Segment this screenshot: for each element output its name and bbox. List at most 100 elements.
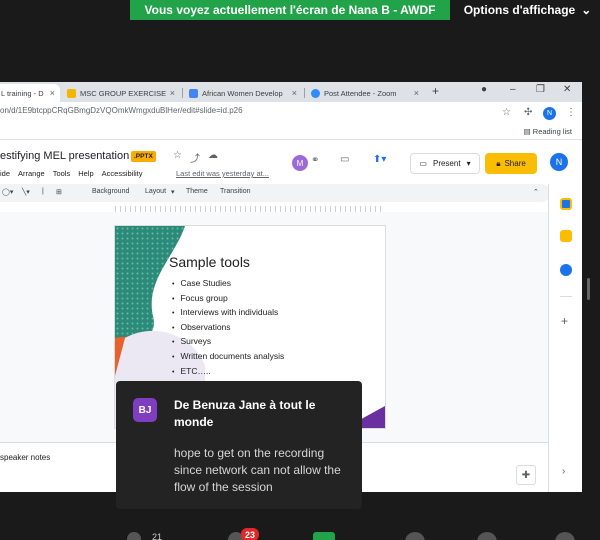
menu-arrange[interactable]: Arrange [18,169,45,178]
keep-icon[interactable] [560,230,572,242]
background-button[interactable]: Background [92,188,129,195]
list-item: ETC….. [172,365,284,380]
theme-button[interactable]: Theme [186,188,208,195]
reading-list-label: Reading list [532,127,572,136]
participants-count: 21 [152,532,163,540]
browser-toolbar: on/d/1E9btcppCRqGBmgDzVQOmkWmgxduBlHer/e… [0,102,582,126]
user-avatar[interactable]: N [550,153,568,171]
minimize-icon[interactable]: – [510,84,516,95]
transition-button[interactable]: Transition [220,188,250,195]
record-icon[interactable] [405,532,425,540]
menu-accessibility[interactable]: Accessibility [102,169,143,178]
chevron-down-icon[interactable]: ▾ [467,159,471,168]
comment-add-icon[interactable]: ⊞ [56,188,62,196]
list-item: Observations [172,321,284,336]
tab-label: African Women Develop [202,88,283,98]
collaborator-avatar[interactable]: M [292,155,308,171]
tab-african-women-development[interactable]: African Women Develop × [184,84,302,102]
address-bar[interactable]: on/d/1E9btcppCRqGBmgDzVQOmkWmgxduBlHer/e… [0,106,243,115]
chevron-down-icon: ▾ [171,189,175,196]
chat-count-badge: 23 [241,528,260,540]
close-icon[interactable]: × [50,88,55,98]
tab-label: Post Attendee - Zoom [324,88,397,98]
tab-search-icon[interactable]: ● [481,84,487,95]
divider [560,296,572,297]
menu-tools[interactable]: Tools [53,169,71,178]
comments-icon[interactable]: ▭ [340,154,349,165]
divider-drag-handle[interactable] [587,278,590,300]
lock-icon: 🔒︎ [496,158,501,168]
tab-strip: L training - D × MSC GROUP EXERCISE - G … [0,82,582,102]
slides-favicon-icon [67,88,76,98]
more-icon[interactable] [555,532,575,540]
docs-favicon-icon [189,88,198,98]
extensions-puzzle-icon[interactable]: ✣ [524,107,532,118]
share-label: Share [504,159,526,168]
view-options-button[interactable]: Options d'affichage ⌄ [460,0,595,20]
last-edit-link[interactable]: Last edit was yesterday at... [176,169,269,178]
chevron-down-icon: ⌄ [581,3,592,17]
divider: | [42,188,44,195]
cloud-saved-icon: ☁ [208,150,218,161]
share-button[interactable]: 🔒︎ Share [485,153,537,174]
layout-button[interactable]: Layout [145,188,166,195]
participants-icon[interactable] [127,532,141,540]
tab-post-attendee-zoom[interactable]: Post Attendee - Zoom × [306,84,424,102]
close-icon[interactable]: × [170,88,175,98]
move-folder-icon[interactable]: ⤴ [190,150,200,165]
list-item: Written documents analysis [172,350,284,365]
activity-icon[interactable]: ⚭ [311,155,319,166]
close-window-icon[interactable]: ✕ [563,84,571,95]
document-title[interactable]: estifying MEL presentation [0,150,129,162]
file-format-badge: .PPTX [131,151,156,162]
star-bookmark-icon[interactable]: ☆ [502,107,511,118]
reading-list-button[interactable]: ▤ Reading list [524,127,572,136]
tab-separator [304,88,305,98]
close-icon[interactable]: × [414,88,419,98]
chat-notification[interactable]: BJ De Benuza Jane à tout le monde hope t… [116,381,362,509]
screen-share-banner: Vous voyez actuellement l'écran de Nana … [130,0,450,20]
zoom-favicon-icon [311,88,320,98]
avatar: BJ [133,398,157,422]
zoom-meeting-controls: 21 23 [0,520,600,540]
more-vertical-icon[interactable]: ⋮ [566,107,576,118]
calendar-icon[interactable] [560,198,572,210]
shape-icon[interactable]: ◯▾ [2,188,13,196]
close-icon[interactable]: × [292,88,297,98]
list-item: Surveys [172,335,284,350]
restore-icon[interactable]: ❐ [536,84,545,95]
share-screen-icon[interactable] [313,532,335,540]
view-options-label: Options d'affichage [463,3,576,17]
star-icon[interactable]: ☆ [173,150,182,161]
list-item: Interviews with individuals [172,306,284,321]
menu-bar: ide Arrange Tools Help Accessibility [0,169,143,178]
present-button[interactable]: ▭ Present ▾ [410,153,480,174]
slide-bullet-list[interactable]: Case Studies Focus group Interviews with… [172,277,284,379]
add-addon-plus-icon[interactable]: + [561,314,568,328]
chat-message: hope to get on the recording since netwo… [174,446,341,494]
speaker-notes-input[interactable]: speaker notes [0,453,50,462]
tab-label: MSC GROUP EXERCISE - G [80,88,166,98]
list-item: Case Studies [172,277,284,292]
chevron-up-icon[interactable]: ⌃ [533,188,539,196]
slide-title[interactable]: Sample tools [169,254,250,270]
side-panel: + › [548,184,582,492]
tab-mel-training[interactable]: L training - D × [0,84,60,102]
present-icon: ▭ [419,159,427,168]
explore-icon[interactable]: ✚ [516,465,536,485]
edit-toolbar: ◯▾ ╲▾ | ⊞ Background Layout ▾ Theme Tran… [0,184,550,202]
tab-label: L training - D [1,88,44,98]
menu-help[interactable]: Help [78,169,93,178]
tab-separator [182,88,183,98]
new-tab-plus-icon[interactable]: + [432,84,439,98]
present-label: Present [432,159,461,168]
meet-present-icon[interactable]: ⬆▾ [373,154,386,165]
chevron-right-icon[interactable]: › [562,466,565,477]
line-icon[interactable]: ╲▾ [22,188,30,196]
tab-msc-group-exercise[interactable]: MSC GROUP EXERCISE - G × [62,84,180,102]
browser-profile-avatar[interactable]: N [543,107,556,120]
tasks-icon[interactable] [560,264,572,276]
chat-sender: De Benuza Jane à tout le monde [174,398,316,429]
reactions-icon[interactable] [477,532,497,540]
menu-slide[interactable]: ide [0,169,10,178]
